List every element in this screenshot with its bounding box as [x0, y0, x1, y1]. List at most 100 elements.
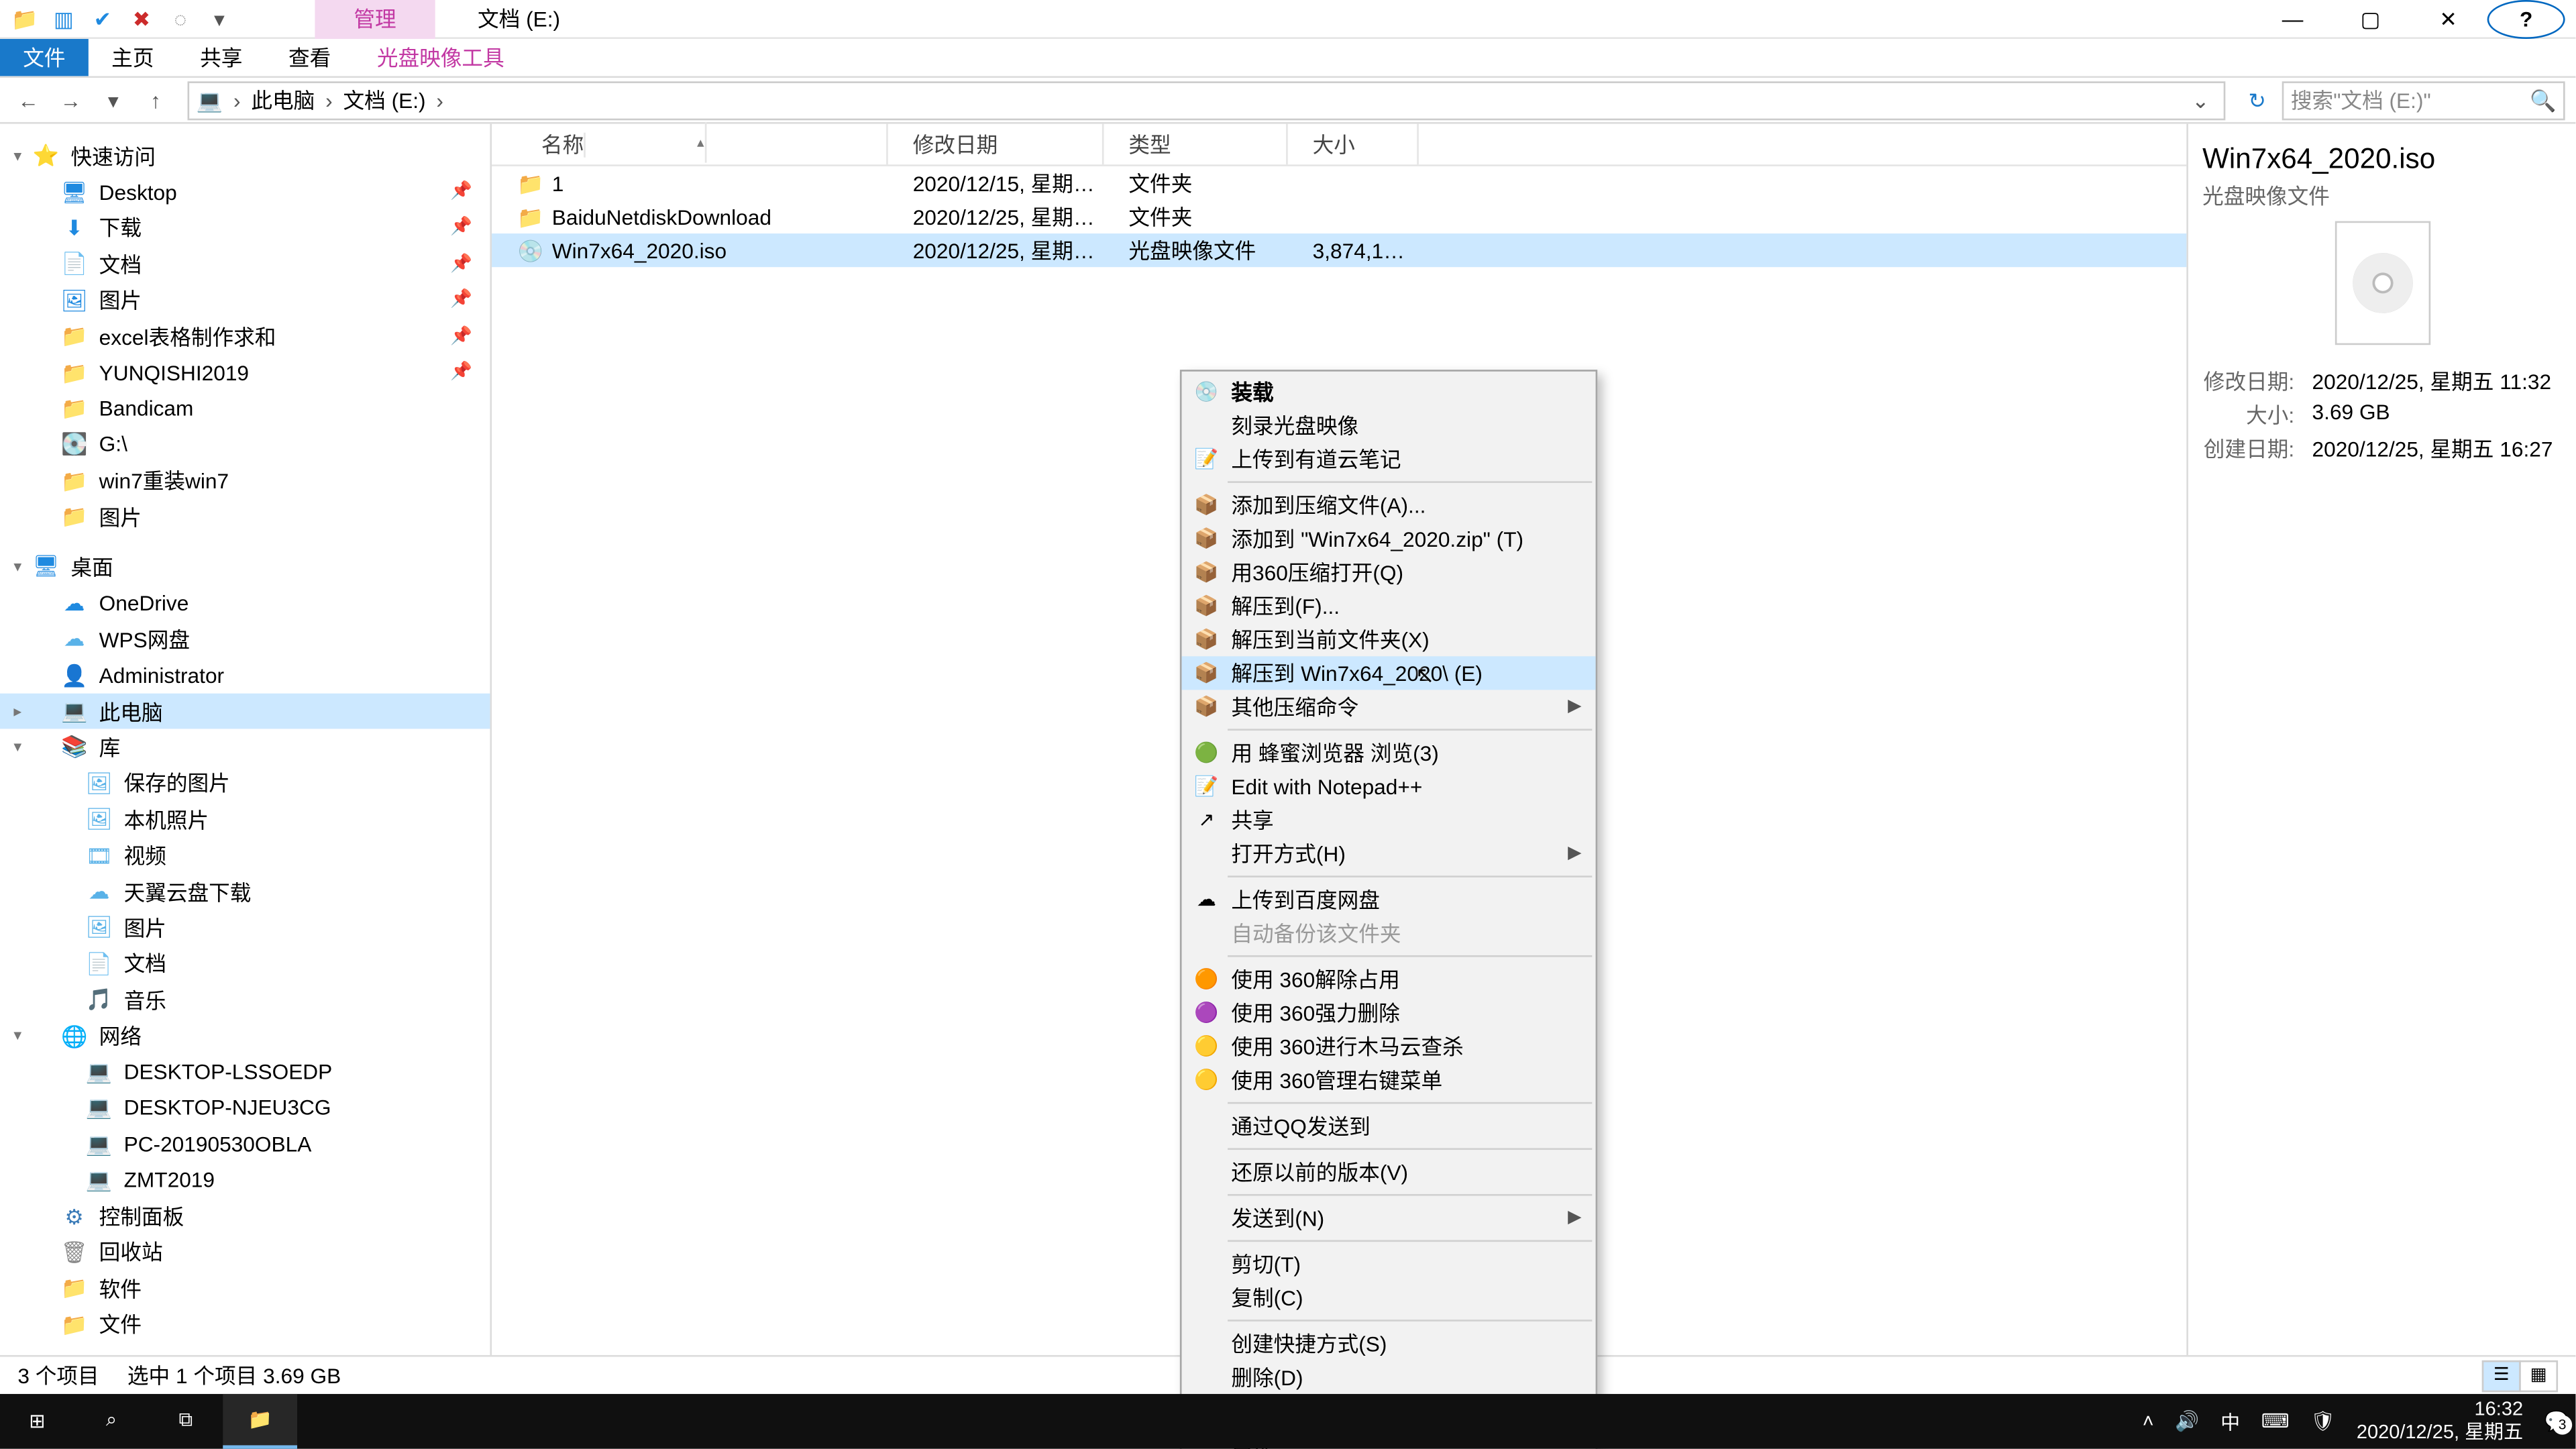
tree-item[interactable]: 📁软件 [0, 1271, 490, 1307]
tree-item[interactable]: ▾🖥桌面 [0, 549, 490, 585]
chevron-icon[interactable]: ▾ [7, 557, 29, 577]
menu-item[interactable]: 删除(D) [1182, 1360, 1596, 1394]
column-headers[interactable]: ▴名称 修改日期 类型 大小 [492, 124, 2186, 166]
taskview-button[interactable]: ⧉ [149, 1394, 223, 1449]
qat-dropdown-icon[interactable]: ▾ [205, 5, 233, 33]
tree-item[interactable]: ▸💻此电脑 [0, 693, 490, 729]
chevron-icon[interactable]: ▸ [7, 702, 29, 721]
tray-defender-icon[interactable]: 🛡 [2310, 1410, 2335, 1433]
tree-item[interactable]: 📁Bandicam [0, 390, 490, 427]
tree-item[interactable]: ☁天翼云盘下载 [0, 873, 490, 910]
tree-item[interactable]: 🖥Desktop📌 [0, 174, 490, 210]
chevron-icon[interactable]: ▾ [7, 146, 29, 166]
tree-item[interactable]: 📄文档 [0, 946, 490, 982]
back-button[interactable]: ← [11, 88, 46, 113]
tab-share[interactable]: 共享 [177, 39, 266, 76]
tray-ime[interactable]: 中 [2220, 1407, 2240, 1436]
chevron-icon[interactable]: ▾ [7, 737, 29, 757]
menu-item[interactable]: 剪切(T) [1182, 1247, 1596, 1281]
menu-item[interactable]: 📦解压到 Win7x64_2020\ (E) [1182, 656, 1596, 690]
menu-item[interactable]: 🟡使用 360进行木马云查杀 [1182, 1030, 1596, 1063]
table-row[interactable]: 📁12020/12/15, 星期二 1…文件夹 [492, 166, 2186, 200]
menu-item[interactable]: 📦解压到(F)... [1182, 589, 1596, 623]
search-icon[interactable]: 🔍 [2530, 88, 2556, 113]
tree-item[interactable]: 📁文件 [0, 1306, 490, 1342]
tree-item[interactable]: ▾📚库 [0, 729, 490, 765]
tree-item[interactable]: 💻DESKTOP-LSSOEDP [0, 1054, 490, 1090]
table-row[interactable]: 📁BaiduNetdiskDownload2020/12/25, 星期五 1…文… [492, 200, 2186, 233]
breadcrumb[interactable]: 文档 (E:) [343, 85, 425, 115]
tray-notifications-icon[interactable]: 💬 [2544, 1410, 2569, 1433]
search-input[interactable]: 搜索"文档 (E:)" 🔍 [2282, 80, 2565, 119]
tree-item[interactable]: ▾🌐网络 [0, 1018, 490, 1054]
tree-item[interactable]: 💽G:\ [0, 427, 490, 463]
recent-dropdown[interactable]: ▾ [95, 88, 131, 113]
breadcrumb[interactable]: 此电脑 [251, 85, 315, 115]
col-name[interactable]: ▴名称 [492, 124, 888, 165]
menu-item[interactable]: 📦用360压缩打开(Q) [1182, 555, 1596, 589]
menu-item[interactable]: 发送到(N)▶ [1182, 1201, 1596, 1235]
tree-item[interactable]: ⬇下载📌 [0, 210, 490, 246]
view-details-button[interactable]: ☰ [2482, 1360, 2521, 1391]
tree-item[interactable]: 🗑回收站 [0, 1234, 490, 1271]
tree-item[interactable]: 🎵音乐 [0, 981, 490, 1018]
qat-new-icon[interactable]: ◌ [166, 5, 195, 33]
menu-item[interactable]: 🟠使用 360解除占用 [1182, 963, 1596, 996]
tree-item[interactable]: 🎞视频 [0, 837, 490, 873]
tree-item[interactable]: ⚙控制面板 [0, 1198, 490, 1234]
close-button[interactable]: ✕ [2410, 0, 2487, 39]
menu-item[interactable]: ↗共享 [1182, 803, 1596, 837]
tree-item[interactable]: 👤Administrator [0, 657, 490, 694]
menu-item[interactable]: 📝上传到有道云笔记 [1182, 442, 1596, 476]
menu-item[interactable]: 📦其他压缩命令▶ [1182, 690, 1596, 723]
menu-item[interactable]: 通过QQ发送到 [1182, 1109, 1596, 1142]
view-icons-button[interactable]: ▦ [2519, 1360, 2558, 1391]
maximize-button[interactable]: ▢ [2332, 0, 2410, 39]
tree-item[interactable]: ☁OneDrive [0, 585, 490, 621]
menu-item[interactable]: 创建快捷方式(S) [1182, 1327, 1596, 1360]
tray-volume-icon[interactable]: 🔊 [2175, 1410, 2199, 1433]
tree-item[interactable]: 🖼图片 [0, 910, 490, 946]
menu-item[interactable]: 💿装载 [1182, 375, 1596, 409]
tree-item[interactable]: 📄文档📌 [0, 246, 490, 282]
tree-item[interactable]: 📁图片 [0, 498, 490, 535]
forward-button[interactable]: → [53, 88, 89, 113]
tree-item[interactable]: ☁WPS网盘 [0, 621, 490, 657]
menu-item[interactable]: 🟡使用 360管理右键菜单 [1182, 1063, 1596, 1097]
tree-item[interactable]: 🖼本机照片 [0, 802, 490, 838]
tab-home[interactable]: 主页 [89, 39, 177, 76]
menu-item[interactable]: 📦添加到 "Win7x64_2020.zip" (T) [1182, 522, 1596, 555]
tray-chevron-icon[interactable]: ˄ [2143, 1411, 2154, 1432]
help-button[interactable]: ? [2487, 0, 2565, 39]
context-menu[interactable]: 💿装载刻录光盘映像📝上传到有道云笔记 📦添加到压缩文件(A)...📦添加到 "Wi… [1180, 370, 1597, 1449]
nav-tree[interactable]: ▾⭐快速访问🖥Desktop📌⬇下载📌📄文档📌🖼图片📌📁excel表格制作求和📌… [0, 124, 492, 1355]
qat-delete-icon[interactable]: ✖ [127, 5, 156, 33]
file-list[interactable]: ▴名称 修改日期 类型 大小 📁12020/12/15, 星期二 1…文件夹📁B… [492, 124, 2186, 1355]
tray-clock[interactable]: 16:32 2020/12/25, 星期五 [2357, 1400, 2523, 1443]
qat-check-icon[interactable]: ✔ [89, 5, 117, 33]
tab-view[interactable]: 查看 [266, 39, 354, 76]
col-type[interactable]: 类型 [1104, 124, 1287, 165]
refresh-button[interactable]: ↻ [2239, 88, 2275, 113]
menu-item[interactable]: 🟢用 蜂蜜浏览器 浏览(3) [1182, 736, 1596, 769]
menu-item[interactable]: 📦添加到压缩文件(A)... [1182, 488, 1596, 522]
address-bar[interactable]: 💻 此电脑 文档 (E:) ⌄ [188, 80, 2226, 119]
tree-item[interactable]: 🖼图片📌 [0, 282, 490, 319]
search-button[interactable]: ⌕ [74, 1394, 149, 1449]
qat-pin-icon[interactable]: ▥ [50, 5, 78, 33]
chevron-icon[interactable]: ▾ [7, 1026, 29, 1046]
ribbon-context-tab[interactable]: 管理 [315, 0, 435, 39]
tree-item[interactable]: 💻PC-20190530OBLA [0, 1126, 490, 1163]
tree-item[interactable]: 📁YUNQISHI2019📌 [0, 354, 490, 390]
explorer-taskbar-icon[interactable]: 📁 [223, 1394, 297, 1449]
up-button[interactable]: ↑ [138, 88, 174, 113]
col-date[interactable]: 修改日期 [888, 124, 1104, 165]
tree-item[interactable]: 💻DESKTOP-NJEU3CG [0, 1090, 490, 1126]
menu-item[interactable]: 刻录光盘映像 [1182, 409, 1596, 442]
menu-item[interactable]: ☁上传到百度网盘 [1182, 883, 1596, 916]
tab-file[interactable]: 文件 [0, 39, 89, 76]
tree-item[interactable]: 🖼保存的图片 [0, 765, 490, 802]
tree-item[interactable]: 💻ZMT2019 [0, 1162, 490, 1198]
taskbar[interactable]: ⊞ ⌕ ⧉ 📁 ˄ 🔊 中 ⌨ 🛡 16:32 2020/12/25, 星期五 … [0, 1394, 2575, 1449]
col-size[interactable]: 大小 [1288, 124, 1419, 165]
